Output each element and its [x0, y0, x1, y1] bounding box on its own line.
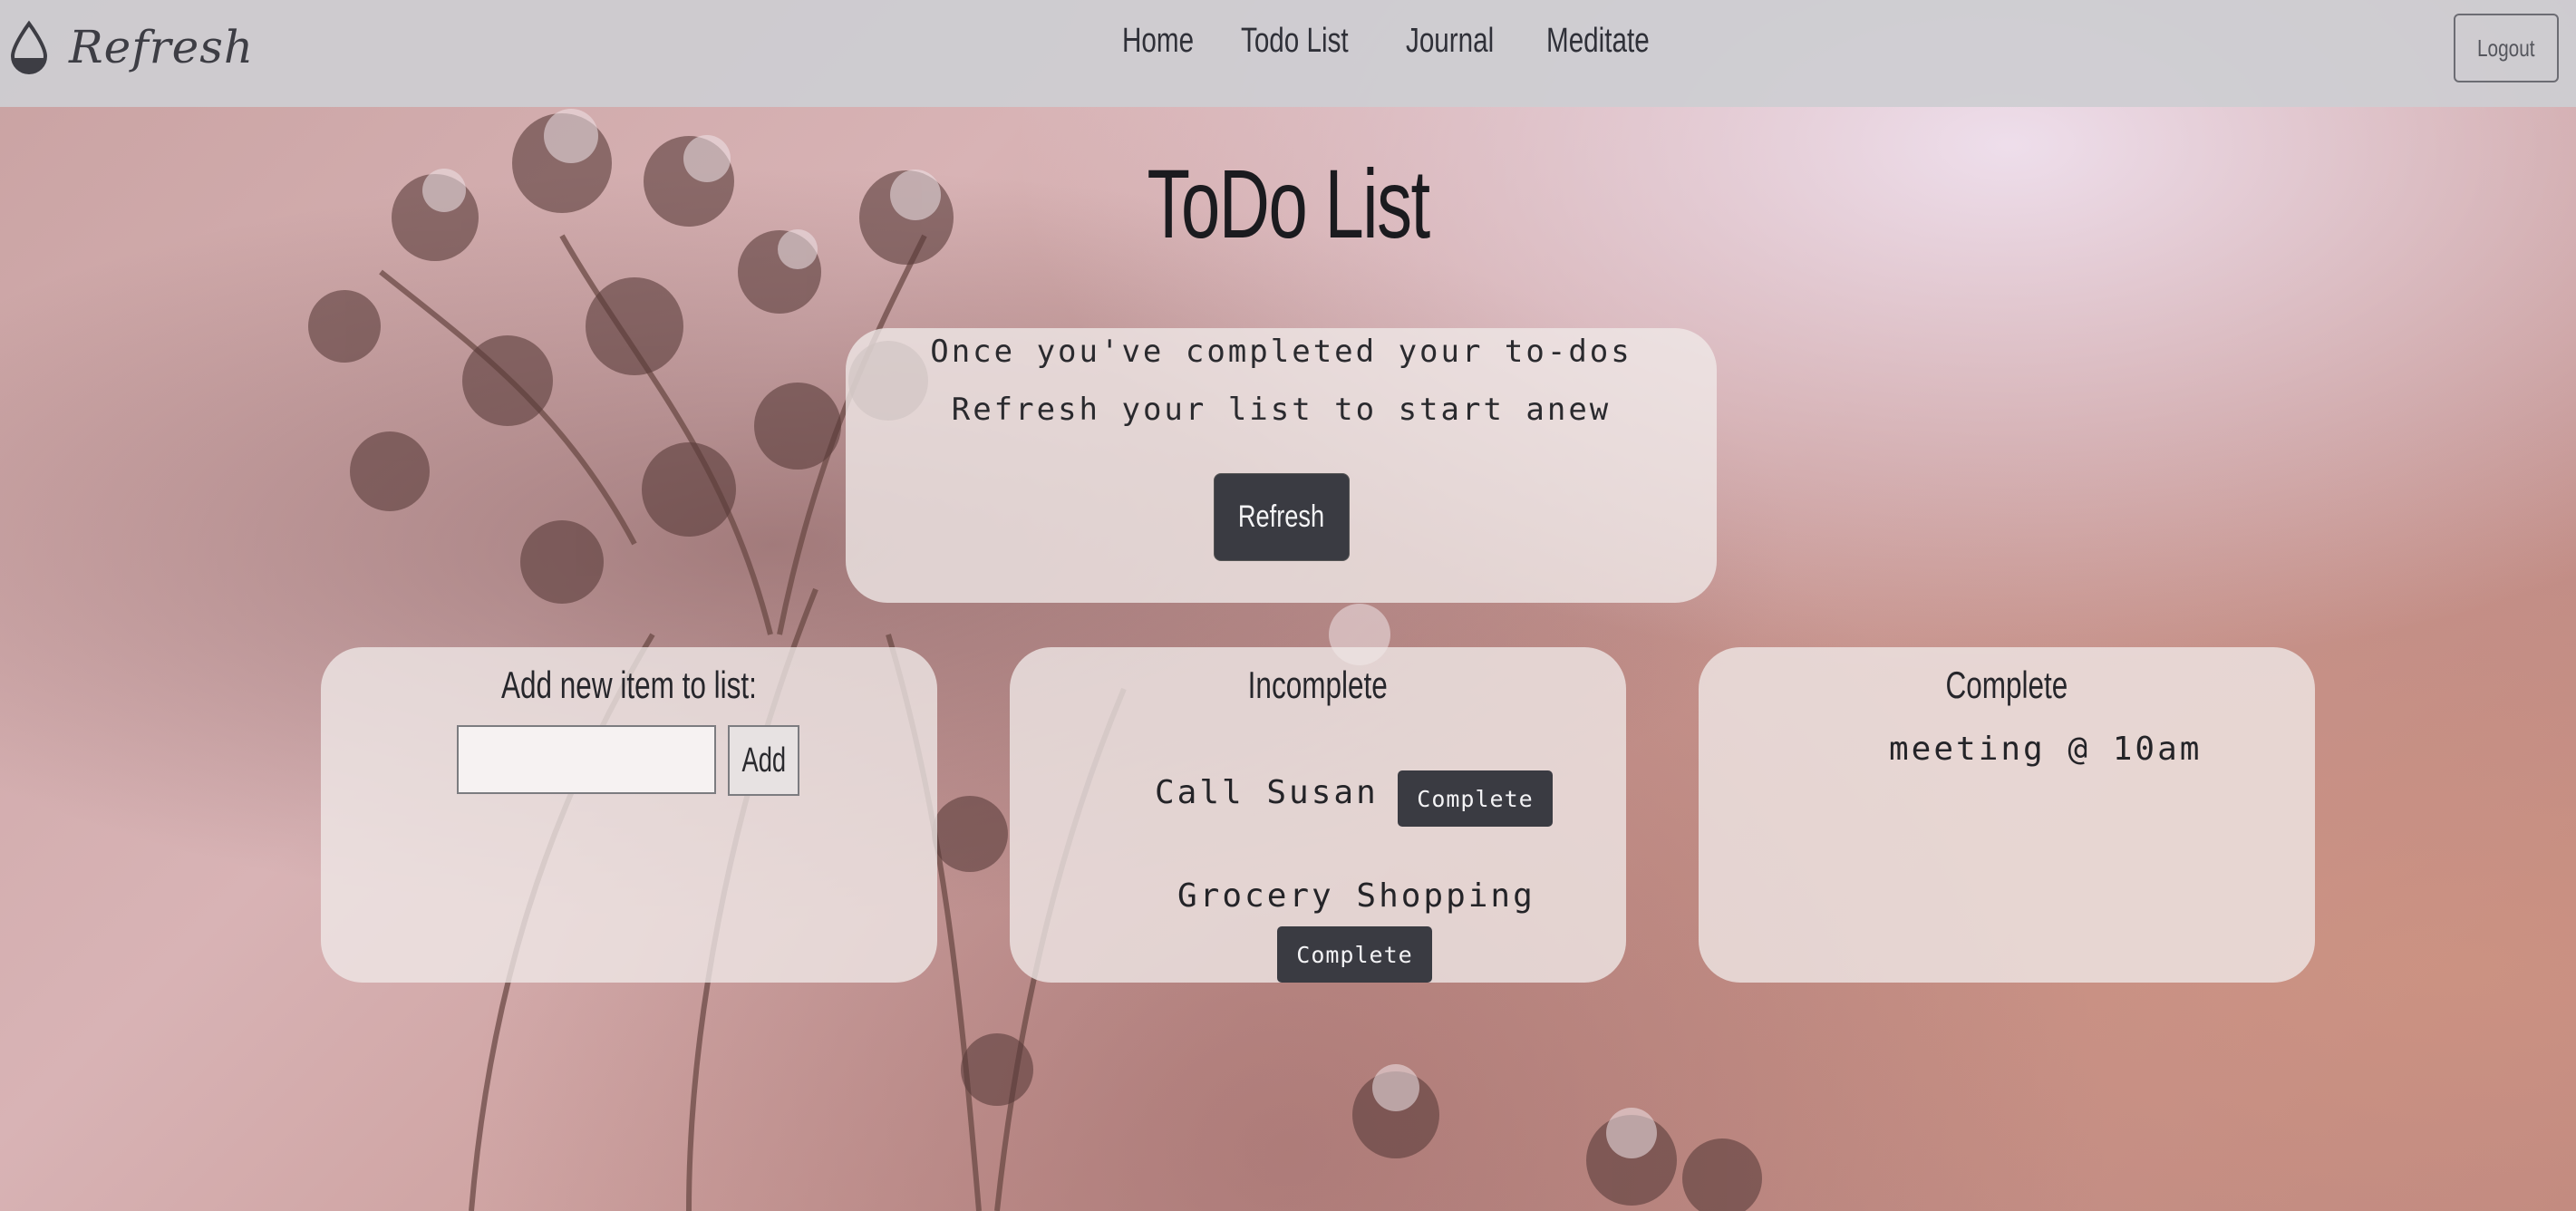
add-item-heading: Add new item to list:	[321, 664, 937, 707]
navbar: Refresh Home Todo List Journal Meditate …	[0, 0, 2576, 107]
page-title-text: ToDo List	[1147, 149, 1430, 258]
page-title: ToDo List	[0, 147, 2576, 260]
complete-heading-text: Complete	[1945, 664, 2068, 706]
add-button[interactable]: Add	[728, 725, 799, 796]
refresh-button[interactable]: Refresh	[1214, 473, 1350, 561]
water-drop-icon	[10, 20, 48, 74]
refresh-button-label: Refresh	[1238, 499, 1325, 534]
complete-button[interactable]: Complete	[1398, 770, 1553, 827]
incomplete-heading-text: Incomplete	[1247, 664, 1389, 706]
brand[interactable]: Refresh	[9, 20, 254, 74]
completed-item-text: meeting @ 10am	[1889, 731, 2203, 768]
nav-link-journal[interactable]: Journal	[1406, 22, 1494, 61]
logout-label: Logout	[2477, 34, 2535, 62]
add-button-label: Add	[741, 741, 786, 780]
nav-link-meditate[interactable]: Meditate	[1546, 22, 1650, 61]
complete-button[interactable]: Complete	[1277, 926, 1432, 983]
incomplete-item-text: Call Susan	[1155, 774, 1379, 811]
complete-panel: Complete meeting @ 10am	[1699, 647, 2315, 983]
add-item-panel: Add new item to list: Add	[321, 647, 937, 983]
incomplete-heading: Incomplete	[1010, 664, 1626, 707]
nav-links: Home Todo List Journal Meditate	[1122, 22, 1653, 61]
incomplete-item-text: Grocery Shopping	[1177, 877, 1535, 915]
complete-heading: Complete	[1699, 664, 2315, 707]
logout-button[interactable]: Logout	[2454, 14, 2559, 82]
refresh-instructions-line-1: Once you've completed your to-dos	[930, 334, 1632, 370]
nav-link-todo-list[interactable]: Todo List	[1241, 22, 1349, 61]
brand-label: Refresh	[69, 21, 255, 73]
refresh-instructions-line-2: Refresh your list to start anew	[951, 392, 1612, 428]
incomplete-panel: Incomplete Call Susan Complete Grocery S…	[1010, 647, 1626, 983]
new-item-input[interactable]	[457, 725, 716, 794]
refresh-card: Once you've completed your to-dos Refres…	[846, 328, 1717, 603]
add-item-heading-text: Add new item to list:	[501, 664, 757, 706]
nav-link-home[interactable]: Home	[1122, 22, 1194, 61]
